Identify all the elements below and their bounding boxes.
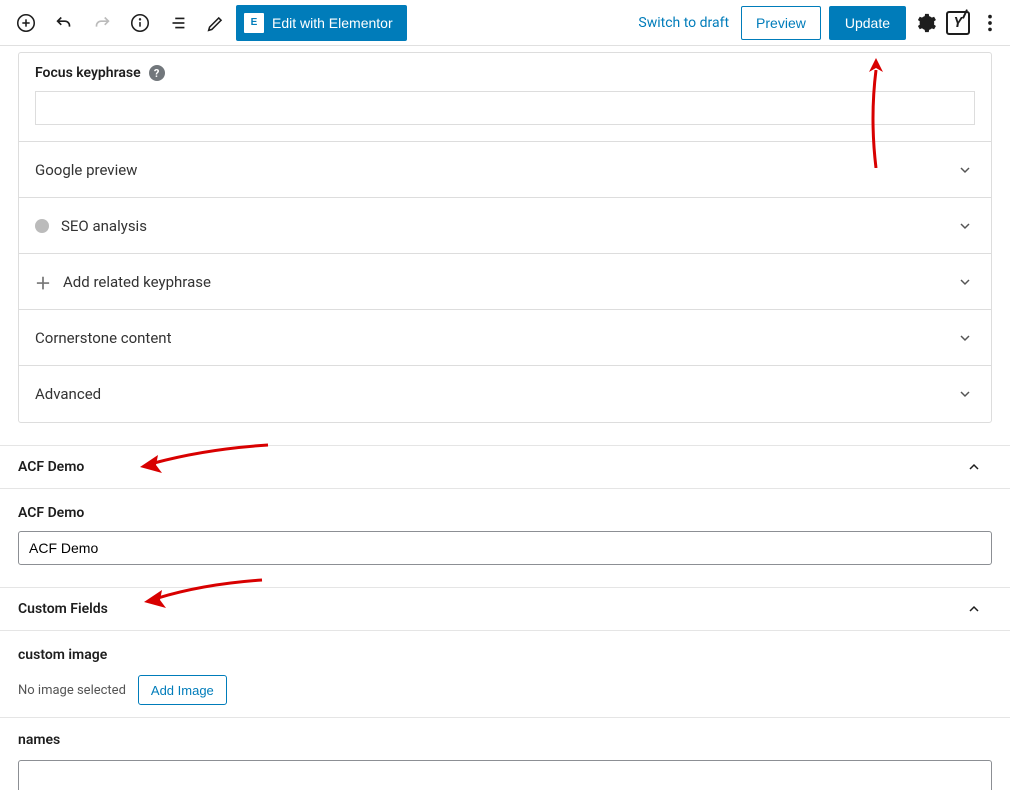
advanced-row[interactable]: Advanced <box>19 366 991 422</box>
acf-demo-input[interactable] <box>18 531 992 565</box>
chevron-down-icon <box>957 330 973 346</box>
edit-with-elementor-button[interactable]: E Edit with Elementor <box>236 5 407 41</box>
google-preview-label: Google preview <box>35 161 137 179</box>
add-image-button[interactable]: Add Image <box>138 675 227 705</box>
edit-mode-button[interactable] <box>198 5 234 41</box>
annotation-arrow-custom-fields <box>140 576 266 614</box>
focus-keyphrase-label: Focus keyphrase <box>35 65 141 81</box>
custom-image-label: custom image <box>18 647 992 663</box>
yoast-icon[interactable]: Y <box>946 11 970 35</box>
acf-panel-title: ACF Demo <box>18 459 84 475</box>
acf-field-label: ACF Demo <box>18 505 992 521</box>
plus-icon: ＋ <box>35 270 51 294</box>
settings-icon[interactable] <box>914 11 938 35</box>
switch-to-draft-link[interactable]: Switch to draft <box>638 15 729 31</box>
help-icon[interactable]: ? <box>149 65 165 81</box>
add-related-keyphrase-row[interactable]: ＋ Add related keyphrase <box>19 254 991 310</box>
names-label: names <box>18 732 992 748</box>
cornerstone-label: Cornerstone content <box>35 329 171 347</box>
add-block-button[interactable] <box>8 5 44 41</box>
no-image-text: No image selected <box>18 683 126 698</box>
redo-button[interactable] <box>84 5 120 41</box>
elementor-label: Edit with Elementor <box>272 15 393 31</box>
chevron-down-icon <box>957 274 973 290</box>
advanced-label: Advanced <box>35 385 101 403</box>
annotation-arrow-acf <box>136 441 272 479</box>
seo-analysis-label: SEO analysis <box>61 217 147 235</box>
custom-fields-title: Custom Fields <box>18 601 108 617</box>
google-preview-row[interactable]: Google preview <box>19 142 991 198</box>
names-input[interactable] <box>18 760 992 790</box>
outline-button[interactable] <box>160 5 196 41</box>
undo-button[interactable] <box>46 5 82 41</box>
chevron-up-icon <box>966 601 982 617</box>
chevron-down-icon <box>957 218 973 234</box>
chevron-down-icon <box>957 162 973 178</box>
seo-status-dot-icon <box>35 219 49 233</box>
info-button[interactable] <box>122 5 158 41</box>
update-button[interactable]: Update <box>829 6 906 40</box>
focus-keyphrase-input[interactable] <box>35 91 975 125</box>
chevron-down-icon <box>957 386 973 402</box>
elementor-icon: E <box>244 13 264 33</box>
preview-button[interactable]: Preview <box>741 6 821 40</box>
seo-analysis-row[interactable]: SEO analysis <box>19 198 991 254</box>
chevron-up-icon <box>966 459 982 475</box>
add-related-label: Add related keyphrase <box>63 273 211 291</box>
cornerstone-row[interactable]: Cornerstone content <box>19 310 991 366</box>
more-options-icon[interactable] <box>978 11 1002 35</box>
